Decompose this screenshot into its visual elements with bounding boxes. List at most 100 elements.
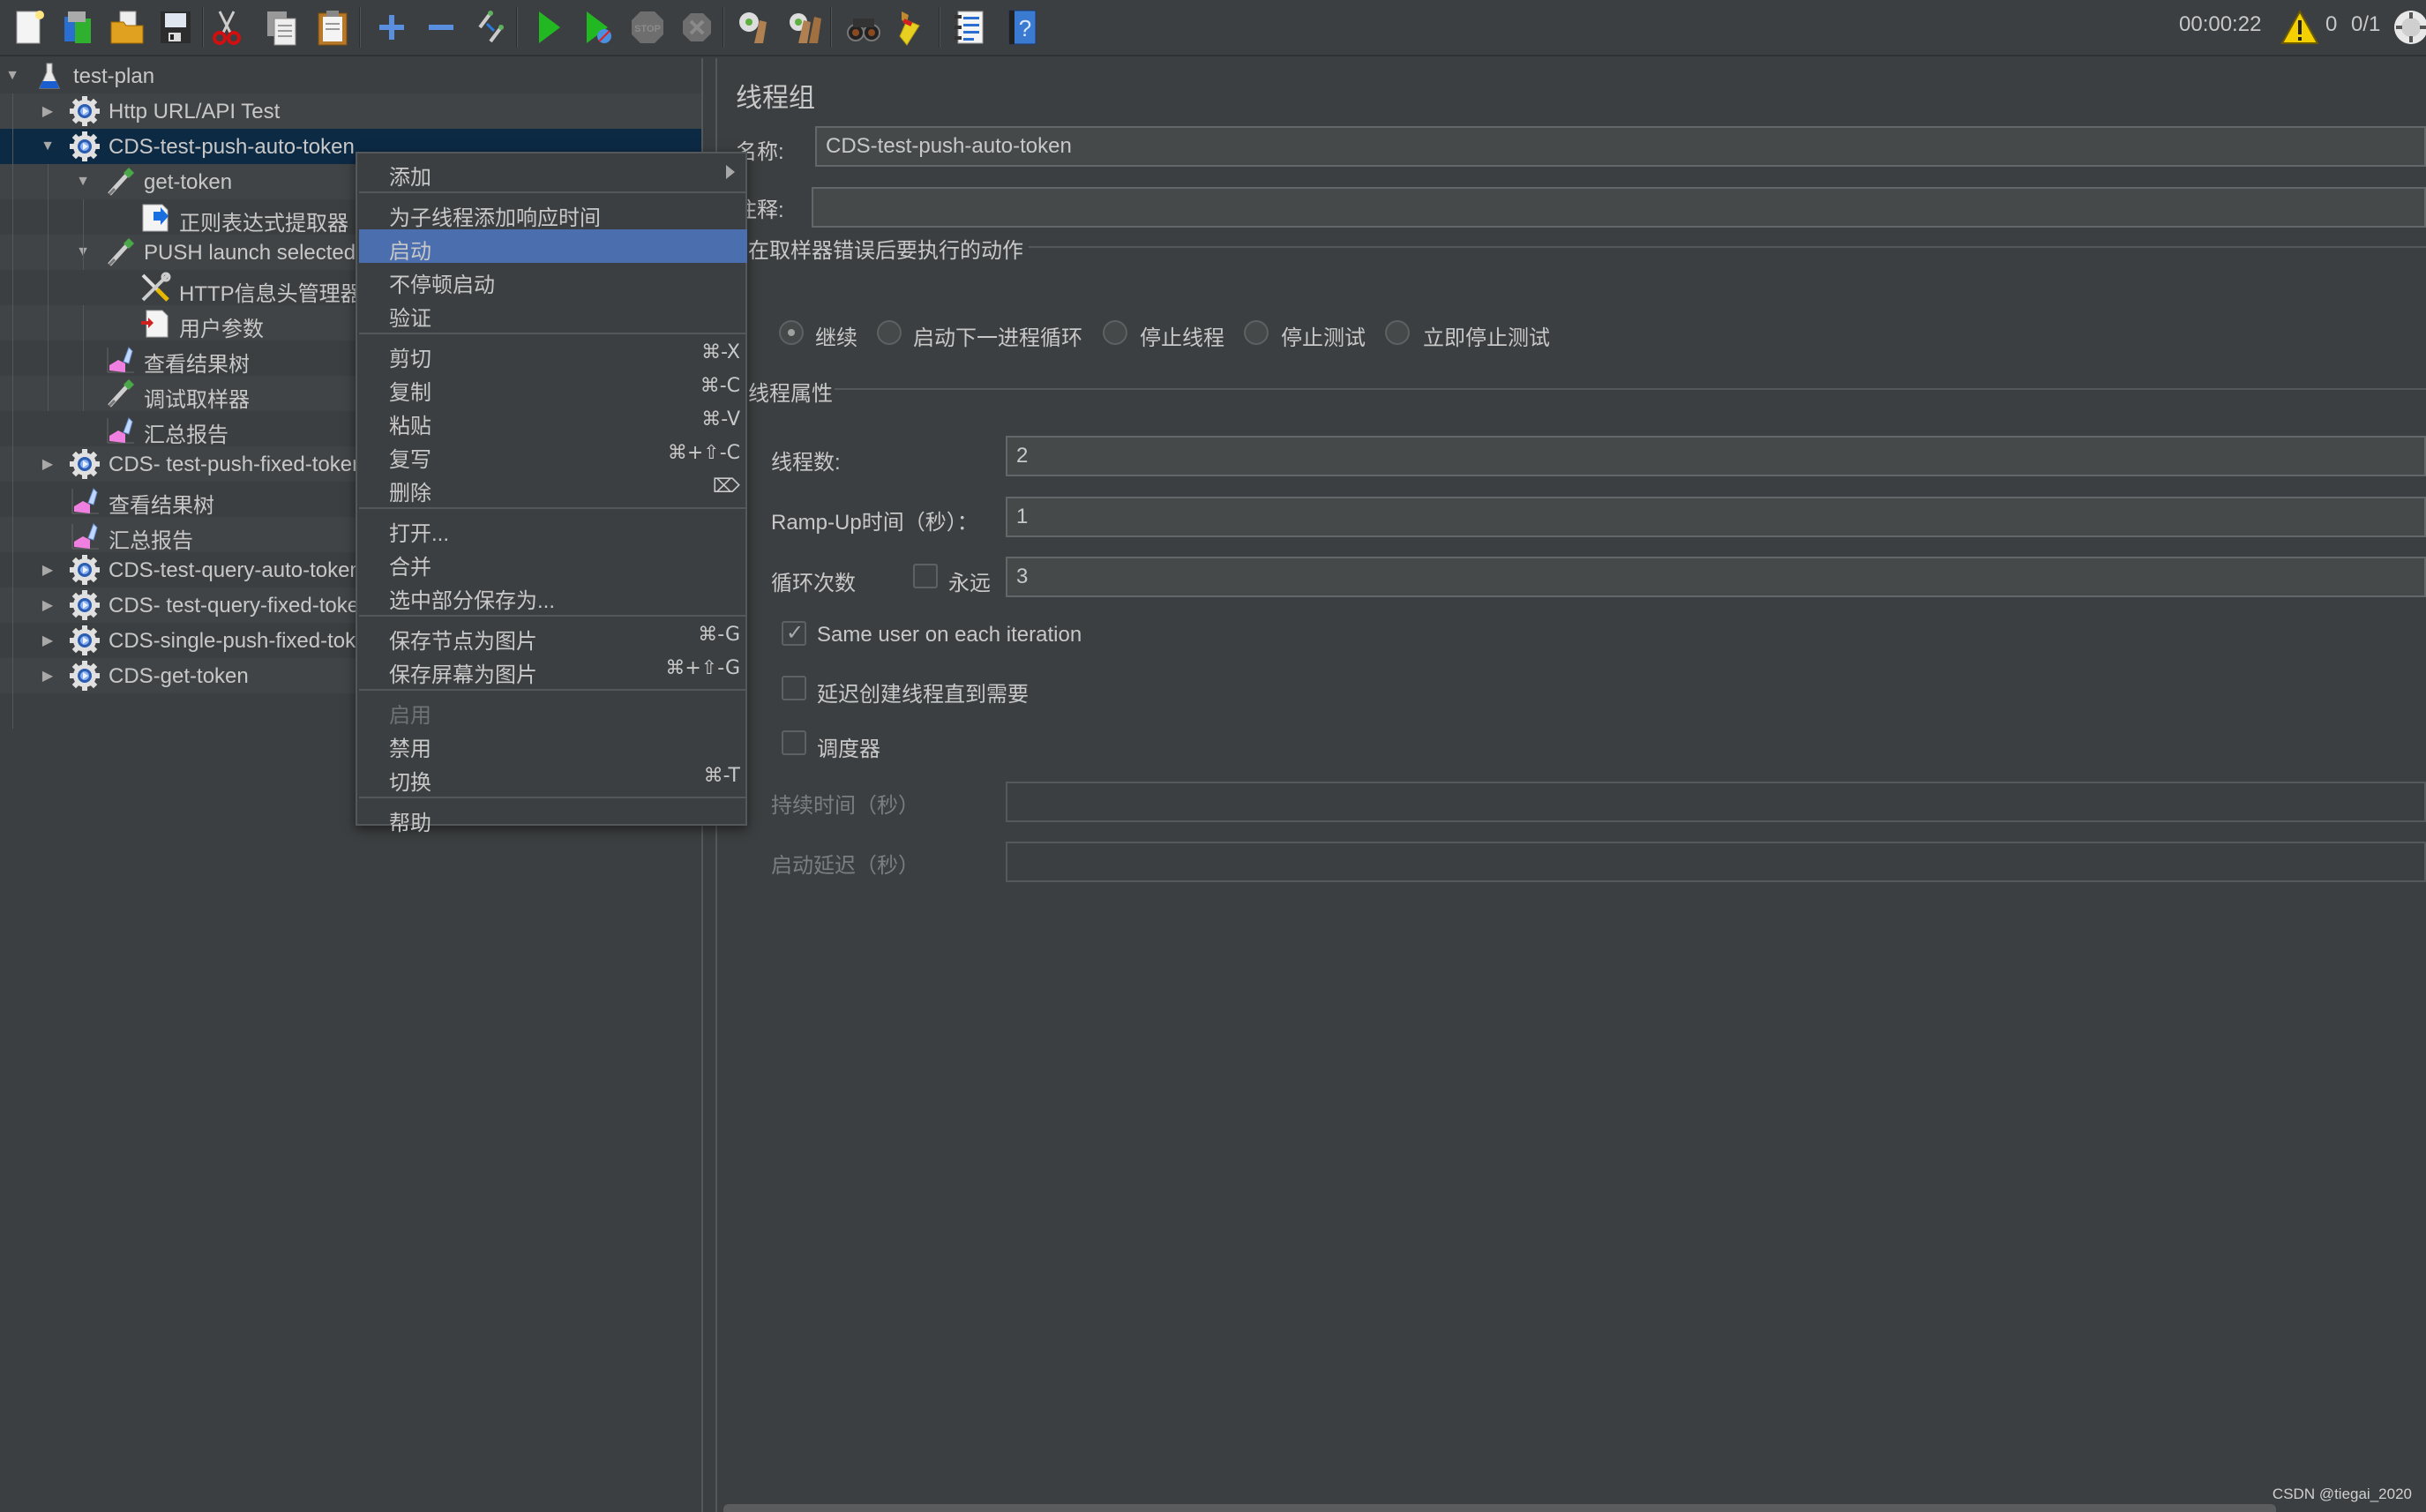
user-params-icon <box>139 307 171 339</box>
menu-item[interactable]: 合并 <box>359 545 747 580</box>
error-action-label[interactable]: 立即停止测试 <box>1423 320 1550 351</box>
tree-item[interactable]: ▼ test-plan <box>0 58 701 94</box>
error-action-label[interactable]: 继续 <box>815 320 857 351</box>
error-action-label[interactable]: 启动下一进程循环 <box>913 320 1082 351</box>
forever-checkbox[interactable] <box>913 564 938 588</box>
help-icon[interactable]: ? <box>1001 7 1042 48</box>
menu-item[interactable]: 启动 <box>359 229 747 264</box>
same-user-checkbox[interactable] <box>782 620 806 646</box>
menu-item[interactable]: 保存屏幕为图片 ⌘+⇧-G <box>359 653 747 687</box>
menu-item[interactable]: 帮助 <box>359 801 747 835</box>
menu-item[interactable]: 复写 ⌘+⇧-C <box>359 438 747 472</box>
tree-item-label[interactable]: HTTP信息头管理器 <box>179 276 362 307</box>
error-action-label[interactable]: 停止线程 <box>1140 320 1224 351</box>
thread-count-field[interactable]: 2 <box>1006 436 2426 476</box>
tree-item-label[interactable]: 汇总报告 <box>144 417 228 448</box>
menu-item[interactable]: 复制 ⌘-C <box>359 371 747 405</box>
open-icon[interactable] <box>107 7 147 48</box>
error-action-label[interactable]: 停止测试 <box>1281 320 1366 351</box>
tree-item-label[interactable]: 调试取样器 <box>144 382 250 413</box>
menu-separator <box>359 615 747 617</box>
menu-item[interactable]: 添加 <box>359 155 747 190</box>
warning-icon[interactable] <box>2280 7 2320 48</box>
menu-item-label: 验证 <box>389 307 431 331</box>
comment-field[interactable] <box>812 187 2426 228</box>
scheduler-label[interactable]: 调度器 <box>817 731 880 762</box>
collapse-toggle-icon[interactable]: ▼ <box>4 67 21 85</box>
tree-item-label[interactable]: 用户参数 <box>179 311 264 342</box>
menu-item[interactable]: 删除 ⌦ <box>359 471 747 505</box>
tree-item-label[interactable]: Http URL/API Test <box>109 100 280 124</box>
error-action-radio[interactable] <box>877 320 902 345</box>
collapse-toggle-icon[interactable]: ▼ <box>39 138 56 155</box>
menu-item[interactable]: 剪切 ⌘-X <box>359 337 747 371</box>
shutdown-icon[interactable] <box>677 7 717 48</box>
delay-thread-creation-checkbox[interactable] <box>782 676 806 700</box>
sampler-icon <box>104 378 136 409</box>
tree-item-label[interactable]: get-token <box>144 170 232 195</box>
tree-item-label[interactable]: CDS-get-token <box>109 664 249 689</box>
stop-icon[interactable]: STOP <box>627 7 668 48</box>
tree-item-label[interactable]: 汇总报告 <box>109 523 193 554</box>
search-icon[interactable] <box>843 7 884 48</box>
tree-item-label[interactable]: CDS-single-push-fixed-token <box>109 629 379 654</box>
menu-item[interactable]: 为子线程添加响应时间 <box>359 196 747 230</box>
menu-item[interactable]: 打开... <box>359 512 747 546</box>
clear-all-icon[interactable] <box>785 7 826 48</box>
name-field[interactable]: CDS-test-push-auto-token <box>815 126 2426 167</box>
toggle-icon[interactable] <box>470 7 511 48</box>
scheduler-checkbox[interactable] <box>782 730 806 755</box>
expand-toggle-icon[interactable]: ▶ <box>39 561 56 579</box>
new-icon[interactable] <box>9 7 49 48</box>
remote-status-icon[interactable] <box>2391 7 2426 48</box>
forever-label[interactable]: 永远 <box>948 565 991 596</box>
collapse-icon[interactable] <box>421 7 461 48</box>
same-user-label[interactable]: Same user on each iteration <box>817 623 1082 647</box>
collapse-toggle-icon[interactable]: ▼ <box>74 173 92 191</box>
reset-search-icon[interactable] <box>892 7 932 48</box>
menu-item[interactable]: 保存节点为图片 ⌘-G <box>359 619 747 654</box>
loop-count-field[interactable]: 3 <box>1006 557 2426 597</box>
tree-item-label[interactable]: CDS-test-query-auto-token <box>109 558 362 583</box>
tree-item-label[interactable]: 查看结果树 <box>144 347 250 378</box>
menu-item[interactable]: 验证 <box>359 296 747 331</box>
error-action-radio[interactable] <box>1385 320 1410 345</box>
error-action-radio[interactable] <box>779 320 804 345</box>
expand-toggle-icon[interactable]: ▶ <box>39 596 56 614</box>
tree-item-label[interactable]: CDS-test-push-auto-token <box>109 135 355 160</box>
copy-icon[interactable] <box>261 7 302 48</box>
menu-item[interactable]: 禁用 <box>359 727 747 761</box>
tree-item-label[interactable]: 查看结果树 <box>109 488 214 519</box>
menu-item[interactable]: 粘贴 ⌘-V <box>359 404 747 438</box>
menu-item[interactable]: 不停顿启动 <box>359 263 747 297</box>
expand-toggle-icon[interactable]: ▶ <box>39 632 56 649</box>
error-action-radio[interactable] <box>1103 320 1127 345</box>
expand-toggle-icon[interactable]: ▶ <box>39 102 56 120</box>
menu-item[interactable]: 切换 ⌘-T <box>359 760 747 795</box>
expand-icon[interactable] <box>371 7 412 48</box>
menu-item-label: 添加 <box>389 166 431 190</box>
save-icon[interactable] <box>155 7 196 48</box>
error-action-radio[interactable] <box>1244 320 1269 345</box>
duration-field[interactable] <box>1006 782 2426 822</box>
tree-item-label[interactable]: test-plan <box>73 64 154 89</box>
tree-item[interactable]: ▶ Http URL/API Test <box>0 94 701 129</box>
tree-item-label[interactable]: PUSH launch selected <box>144 241 356 266</box>
menu-item[interactable]: 选中部分保存为... <box>359 579 747 613</box>
tree-item-label[interactable]: CDS- test-push-fixed-token <box>109 453 363 477</box>
paste-icon[interactable] <box>312 7 353 48</box>
start-no-pause-icon[interactable] <box>577 7 618 48</box>
horizontal-scrollbar[interactable] <box>723 1504 2276 1512</box>
rampup-field[interactable]: 1 <box>1006 497 2426 537</box>
tree-item-label[interactable]: 正则表达式提取器 <box>179 206 348 236</box>
templates-icon[interactable] <box>58 7 99 48</box>
function-helper-icon[interactable] <box>948 7 989 48</box>
startup-delay-field[interactable] <box>1006 842 2426 882</box>
tree-item-label[interactable]: CDS- test-query-fixed-token <box>109 594 371 618</box>
expand-toggle-icon[interactable]: ▶ <box>39 667 56 685</box>
clear-icon[interactable] <box>734 7 775 48</box>
start-icon[interactable] <box>528 7 568 48</box>
cut-icon[interactable] <box>206 7 247 48</box>
delay-thread-creation-label[interactable]: 延迟创建线程直到需要 <box>817 677 1029 707</box>
expand-toggle-icon[interactable]: ▶ <box>39 455 56 473</box>
